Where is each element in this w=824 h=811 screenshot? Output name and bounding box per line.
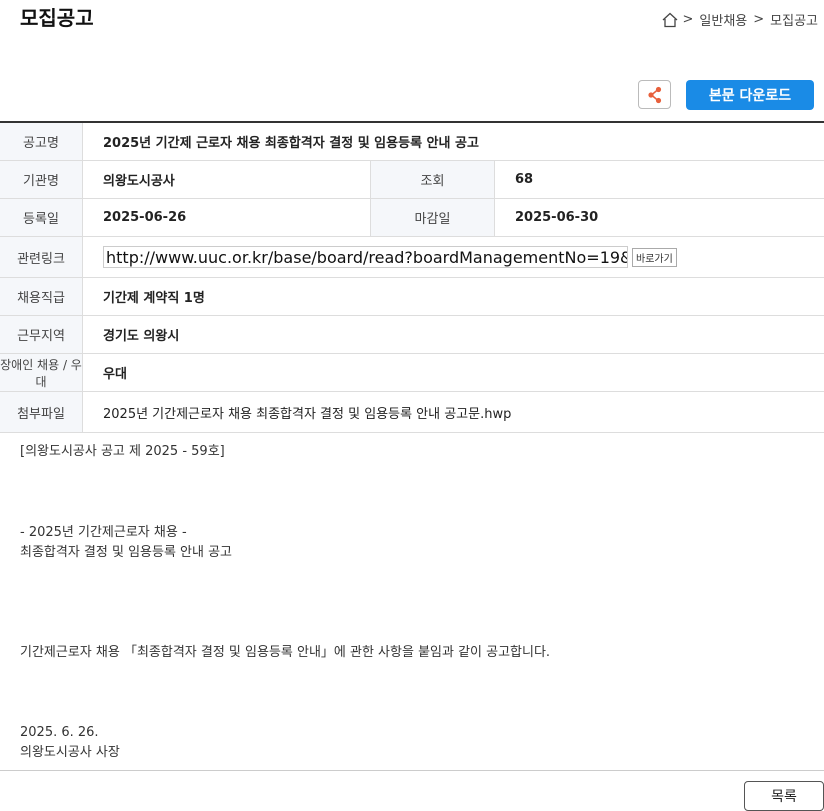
region-value: 경기도 의왕시 bbox=[82, 315, 824, 354]
disabled-hire-value: 우대 bbox=[82, 353, 824, 392]
go-link-button[interactable]: 바로가기 bbox=[632, 247, 677, 267]
reg-date-label: 등록일 bbox=[0, 198, 83, 237]
link-cell: http://www.uuc.or.kr/base/board/read?boa… bbox=[82, 236, 824, 278]
job-label: 채용직급 bbox=[0, 277, 83, 316]
breadcrumb-sep: > bbox=[682, 12, 694, 27]
views-value: 68 bbox=[494, 160, 824, 199]
notice-info-table: 공고명 2025년 기간제 근로자 채용 최종합격자 결정 및 임용등록 안내 … bbox=[0, 121, 824, 433]
list-button[interactable]: 목록 bbox=[744, 781, 824, 811]
download-button[interactable]: 본문 다운로드 bbox=[686, 80, 814, 110]
breadcrumb: > 일반채용 > 모집공고 bbox=[661, 10, 824, 29]
body-subtitle: - 2025년 기간제근로자 채용 - bbox=[20, 525, 187, 540]
body-notice-number: [의왕도시공사 공고 제 2025 - 59호] bbox=[20, 444, 225, 459]
breadcrumb-sep: > bbox=[753, 12, 765, 27]
disabled-hire-label: 장애인 채용 / 우대 bbox=[0, 353, 83, 392]
share-icon bbox=[647, 86, 661, 103]
breadcrumb-item-recruit[interactable]: 모집공고 bbox=[770, 10, 818, 29]
related-link-field[interactable]: http://www.uuc.or.kr/base/board/read?boa… bbox=[103, 246, 628, 268]
org-value: 의왕도시공사 bbox=[82, 160, 371, 199]
home-icon[interactable] bbox=[661, 11, 679, 29]
notice-title: 2025년 기간제 근로자 채용 최종합격자 결정 및 임용등록 안내 공고 bbox=[82, 122, 824, 161]
org-label: 기관명 bbox=[0, 160, 83, 199]
body-date: 2025. 6. 26. bbox=[20, 725, 99, 740]
share-button[interactable] bbox=[638, 80, 671, 109]
job-value: 기간제 계약직 1명 bbox=[82, 277, 824, 316]
page-title: 모집공고 bbox=[20, 6, 94, 30]
attachment-file-link[interactable]: 2025년 기간제근로자 채용 최종합격자 결정 및 임용등록 안내 공고문.h… bbox=[82, 391, 824, 433]
body-signature: 의왕도시공사 사장 bbox=[20, 745, 120, 760]
views-label: 조회 bbox=[370, 160, 495, 199]
attachment-label: 첨부파일 bbox=[0, 391, 83, 433]
reg-date-value: 2025-06-26 bbox=[82, 198, 371, 237]
body-paragraph: 기간제근로자 채용 「최종합격자 결정 및 임용등록 안내」에 관한 사항을 붙… bbox=[20, 645, 551, 660]
notice-label: 공고명 bbox=[0, 122, 83, 161]
deadline-label: 마감일 bbox=[370, 198, 495, 237]
deadline-value: 2025-06-30 bbox=[494, 198, 824, 237]
breadcrumb-item-general-hire[interactable]: 일반채용 bbox=[699, 10, 747, 29]
link-label: 관련링크 bbox=[0, 236, 83, 278]
region-label: 근무지역 bbox=[0, 315, 83, 354]
body-heading: 최종합격자 결정 및 임용등록 안내 공고 bbox=[20, 545, 233, 560]
divider bbox=[0, 770, 824, 771]
